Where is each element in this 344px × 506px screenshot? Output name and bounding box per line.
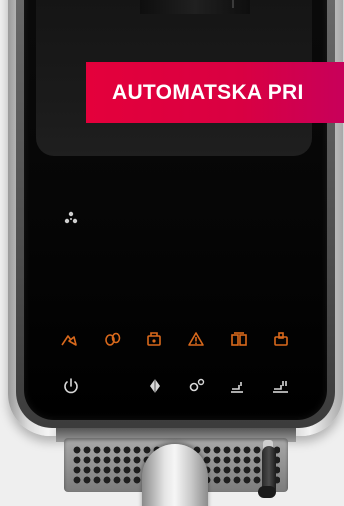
steam-wand-tip [258,486,276,498]
promo-banner: AUTOMATSKA PRI [86,62,344,123]
settings-icon[interactable] [188,377,206,393]
double-cup-icon[interactable] [272,378,290,394]
coffee-spout [142,444,208,506]
coffee-beans-icon [104,331,122,347]
descale-icon [230,331,248,347]
fan-icon [62,209,80,227]
coffee-machine-photo: AUTOMATSKA PRI [0,0,344,506]
water-tank-icon [60,332,78,348]
promo-banner-text: AUTOMATSKA PRI [112,80,304,104]
drip-tray-icon [272,331,290,347]
warning-triangle-icon [187,331,205,347]
display-marker [232,0,234,8]
power-icon[interactable] [62,377,80,395]
single-cup-icon[interactable] [229,378,247,394]
grounds-container-icon [145,331,163,347]
aroma-icon[interactable] [146,378,164,394]
